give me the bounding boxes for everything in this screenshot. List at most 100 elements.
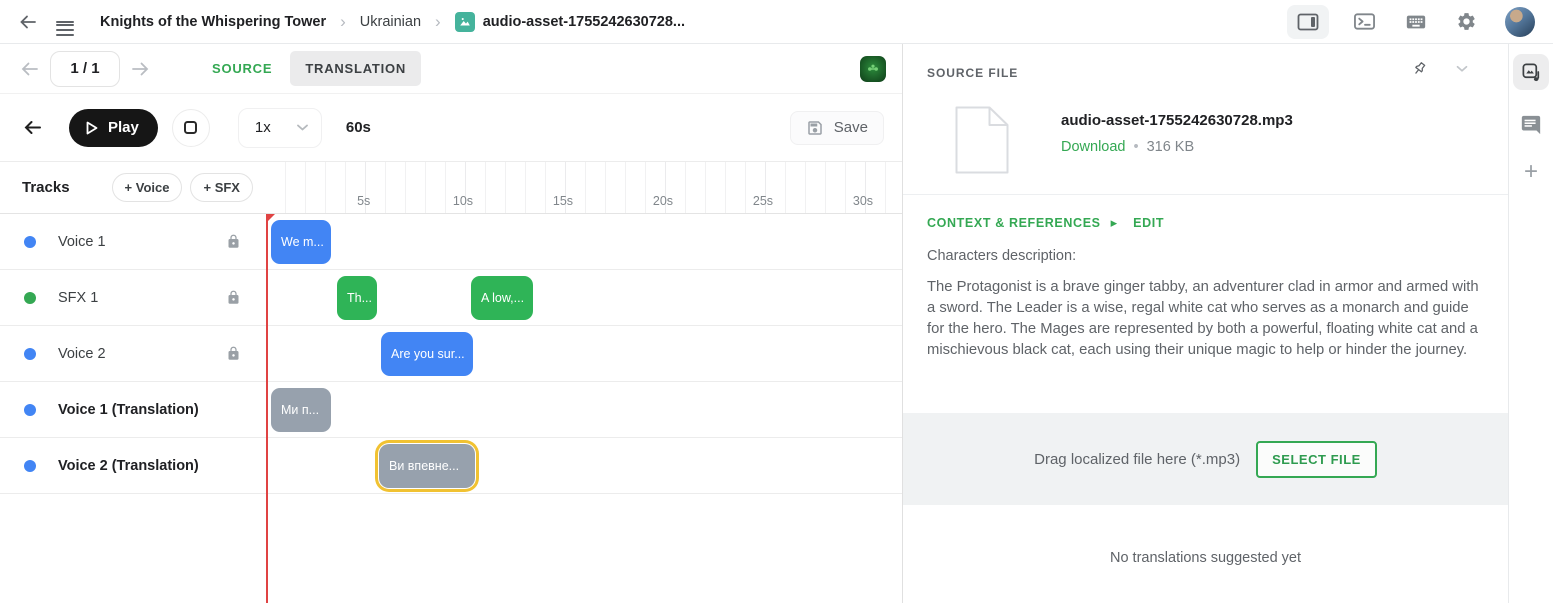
next-page-button[interactable] <box>126 56 154 82</box>
ruler-tick <box>845 162 846 213</box>
breadcrumb: Knights of the Whispering Tower › Ukrain… <box>100 12 685 32</box>
dot-separator: • <box>1134 139 1139 155</box>
play-button[interactable]: Play <box>69 109 158 147</box>
track-color-dot <box>24 236 36 248</box>
audio-clip[interactable]: A low,... <box>471 276 533 320</box>
asset-thumbnail-icon <box>455 12 475 32</box>
playhead[interactable] <box>266 214 268 603</box>
tab-source[interactable]: SOURCE <box>200 51 284 86</box>
ruler-tick <box>705 162 706 213</box>
chevron-right-icon: ▸ <box>1111 215 1118 231</box>
track-row: Voice 2 (Translation) Ви впевне... <box>0 438 902 494</box>
audio-clip[interactable]: Ми п... <box>271 388 331 432</box>
track-rows: Voice 1 We m... SFX 1 Th... A low,... Voi… <box>0 214 902 603</box>
ruler-tick-label: 25s <box>753 194 773 208</box>
back-button[interactable] <box>14 8 42 36</box>
back-arrow-icon <box>18 12 38 32</box>
playback-speed-select[interactable]: 1x <box>238 108 322 148</box>
stop-icon <box>184 121 197 134</box>
ruler-tick <box>785 162 786 213</box>
menu-icon[interactable] <box>52 14 78 30</box>
select-file-button[interactable]: SELECT FILE <box>1256 441 1377 478</box>
ruler-tick <box>425 162 426 213</box>
timeline-ruler[interactable]: 5s10s15s20s25s30s <box>265 162 902 213</box>
lock-icon <box>226 346 241 361</box>
lock-icon <box>226 234 241 249</box>
track-lane[interactable]: Are you sur... <box>265 326 902 381</box>
tracks-title: Tracks <box>22 179 70 196</box>
ruler-tick-label: 10s <box>453 194 473 208</box>
context-section: CONTEXT & REFERENCES ▸ EDIT Characters d… <box>903 195 1508 361</box>
save-button[interactable]: Save <box>790 111 884 145</box>
track-label-cell[interactable]: Voice 1 <box>0 214 265 269</box>
tracks-header: Tracks + Voice + SFX 5s10s15s20s25s30s <box>0 162 902 214</box>
track-color-dot <box>24 292 36 304</box>
track-lane[interactable]: We m... <box>265 214 902 269</box>
audio-clip[interactable]: Are you sur... <box>381 332 473 376</box>
ruler-tick <box>345 162 346 213</box>
track-color-dot <box>24 348 36 360</box>
translations-empty-state: No translations suggested yet <box>903 550 1508 566</box>
terminal-icon <box>1353 11 1376 32</box>
exit-editor-button[interactable] <box>18 114 47 141</box>
keyboard-icon <box>1404 11 1428 33</box>
terminal-button[interactable] <box>1349 7 1380 36</box>
extension-icon[interactable] <box>860 56 886 82</box>
track-row: Voice 1 (Translation) Ми п... <box>0 382 902 438</box>
comments-panel-button[interactable] <box>1520 114 1542 136</box>
audio-clip[interactable]: Th... <box>337 276 377 320</box>
ruler-tick <box>825 162 826 213</box>
track-label-cell[interactable]: Voice 1 (Translation) <box>0 382 265 437</box>
download-link[interactable]: Download <box>1061 139 1126 155</box>
prev-page-button[interactable] <box>16 56 44 82</box>
track-lane[interactable]: Ми п... <box>265 382 902 437</box>
breadcrumb-language[interactable]: Ukrainian <box>360 14 421 30</box>
plus-icon: + <box>1524 160 1538 184</box>
stop-button[interactable] <box>172 109 210 147</box>
track-color-dot <box>24 404 36 416</box>
collapse-panel-button[interactable] <box>1452 61 1472 77</box>
transport-bar: Play 1x 60s Save <box>0 94 902 162</box>
track-name: Voice 1 <box>58 234 106 250</box>
context-references-link[interactable]: CONTEXT & REFERENCES <box>927 216 1101 230</box>
add-panel-button[interactable]: + <box>1524 160 1538 184</box>
audio-clip[interactable]: Ви впевне... <box>379 444 475 488</box>
track-name: Voice 2 <box>58 346 106 362</box>
track-name: Voice 2 (Translation) <box>58 458 199 474</box>
breadcrumb-project[interactable]: Knights of the Whispering Tower <box>100 14 326 30</box>
description-text: The Protagonist is a brave ginger tabby,… <box>927 277 1484 361</box>
track-label-cell[interactable]: SFX 1 <box>0 270 265 325</box>
localized-file-dropzone[interactable]: Drag localized file here (*.mp3) SELECT … <box>903 413 1508 505</box>
dropzone-label: Drag localized file here (*.mp3) <box>1034 451 1240 468</box>
breadcrumb-asset[interactable]: audio-asset-1755242630728... <box>455 12 685 32</box>
ruler-tick <box>385 162 386 213</box>
track-lane[interactable]: Th... A low,... <box>265 270 902 325</box>
ruler-tick <box>605 162 606 213</box>
chevron-down-icon <box>296 123 309 132</box>
track-label-cell[interactable]: Voice 2 <box>0 326 265 381</box>
track-row: Voice 1 We m... <box>0 214 902 270</box>
track-row: SFX 1 Th... A low,... <box>0 270 902 326</box>
settings-button[interactable] <box>1452 7 1481 36</box>
audio-clip[interactable]: We m... <box>271 220 331 264</box>
add-voice-button[interactable]: + Voice <box>112 173 183 202</box>
right-rail: + <box>1509 44 1553 603</box>
tab-translation[interactable]: TRANSLATION <box>290 51 421 86</box>
track-label-cell[interactable]: Voice 2 (Translation) <box>0 438 265 493</box>
ruler-tick <box>525 162 526 213</box>
ruler-tick <box>885 162 886 213</box>
audio-asset-panel-button[interactable] <box>1513 54 1549 90</box>
pin-button[interactable] <box>1407 56 1432 81</box>
edit-context-button[interactable]: EDIT <box>1133 216 1164 230</box>
save-label: Save <box>834 119 868 136</box>
panel-layout-button[interactable] <box>1287 5 1329 39</box>
user-avatar[interactable] <box>1501 3 1539 41</box>
prev-arrow-icon <box>20 60 40 78</box>
track-lane[interactable]: Ви впевне... <box>265 438 902 493</box>
keyboard-button[interactable] <box>1400 7 1432 37</box>
file-name: audio-asset-1755242630728.mp3 <box>1061 112 1293 129</box>
ruler-tick <box>505 162 506 213</box>
ruler-tick <box>325 162 326 213</box>
total-duration: 60s <box>346 119 371 136</box>
add-sfx-button[interactable]: + SFX <box>190 173 253 202</box>
